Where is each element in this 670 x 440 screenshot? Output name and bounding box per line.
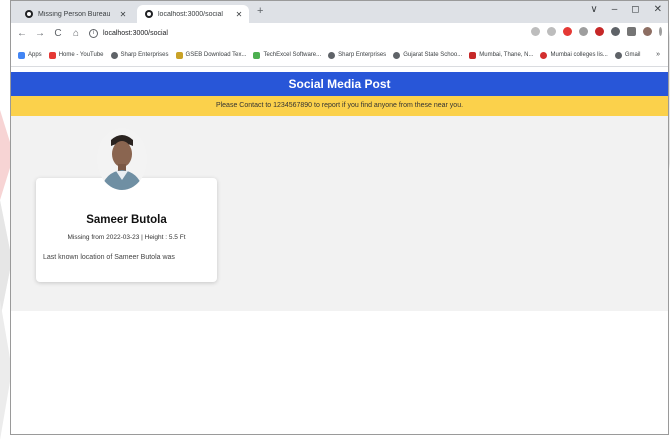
browser-window: Missing Person Bureau ✕ localhost:3000/s…	[10, 0, 669, 435]
tab-social[interactable]: localhost:3000/social ✕	[137, 5, 249, 23]
bookmark-label: Mumbai, Thane, N...	[479, 52, 534, 58]
side-panel-icon[interactable]	[627, 27, 636, 36]
red-square-icon	[469, 51, 477, 59]
site-info-icon[interactable]: i	[89, 29, 98, 38]
globe-icon	[110, 51, 118, 59]
extensions-area	[531, 27, 662, 36]
tab-strip: Missing Person Bureau ✕ localhost:3000/s…	[11, 1, 668, 23]
home-icon[interactable]: ⌂	[69, 28, 83, 39]
bookmark-sharp-enterprises[interactable]: Sharp Enterprises	[110, 51, 169, 59]
bookmark-gujarat-school[interactable]: Gujarat State Schoo...	[393, 51, 463, 59]
bookmark-label: Gmail	[624, 52, 641, 58]
tab-title: Missing Person Bureau	[38, 10, 111, 18]
screenshot-frame: Missing Person Bureau ✕ localhost:3000/s…	[0, 0, 670, 440]
forward-icon[interactable]: →	[33, 28, 47, 39]
person-missing-details: Missing from 2022-03-23 | Height : 5.5 F…	[67, 234, 186, 241]
bookmark-label: Sharp Enterprises	[120, 52, 169, 58]
close-window-icon[interactable]: ✕	[654, 4, 662, 15]
profile-avatar-icon[interactable]	[643, 27, 652, 36]
globe-icon	[393, 51, 401, 59]
bookmark-label: Home - YouTube	[58, 52, 104, 58]
person-portrait-icon	[97, 128, 147, 190]
address-bar[interactable]: i localhost:3000/social	[89, 29, 168, 38]
tab-search-icon[interactable]: ∨	[590, 4, 597, 15]
bookmark-label: Gujarat State Schoo...	[403, 52, 463, 58]
url-text: localhost:3000/social	[103, 30, 168, 37]
tab-missing-person-bureau[interactable]: Missing Person Bureau ✕	[17, 5, 133, 23]
window-controls: ∨ – ◻ ✕	[590, 4, 662, 15]
browser-toolbar: ← → C ⌂ i localhost:3000/social	[11, 23, 668, 44]
red-circle-icon	[540, 51, 548, 59]
contact-notice-banner: Please Contact to 1234567890 to report i…	[11, 96, 668, 116]
bookmark-label: TechExcel Software...	[263, 52, 322, 58]
site-favicon-icon	[25, 10, 33, 18]
bookmark-label: GSEB Download Tex...	[185, 52, 247, 58]
back-icon[interactable]: ←	[15, 28, 29, 39]
extension-icon[interactable]	[579, 27, 588, 36]
apps-grid-icon	[18, 51, 25, 59]
youtube-icon	[48, 51, 56, 59]
bookmark-youtube[interactable]: Home - YouTube	[48, 51, 104, 59]
bookmark-mumbai-colleges[interactable]: Mumbai colleges lis...	[540, 51, 608, 59]
bookmark-gseb[interactable]: GSEB Download Tex...	[175, 51, 247, 59]
site-favicon-icon	[145, 10, 153, 18]
bookmark-gmail[interactable]: Gmail	[614, 51, 641, 59]
share-icon[interactable]	[531, 27, 540, 36]
bookmark-mumbai-thane[interactable]: Mumbai, Thane, N...	[469, 51, 534, 59]
person-photo	[97, 128, 147, 190]
new-tab-button[interactable]: +	[257, 5, 263, 17]
maximize-icon[interactable]: ◻	[631, 4, 639, 15]
close-tab-icon[interactable]: ✕	[233, 10, 245, 19]
bookmark-techexcel[interactable]: TechExcel Software...	[253, 51, 322, 59]
bookmarks-overflow-button[interactable]: »	[656, 51, 660, 58]
book-icon	[175, 51, 183, 59]
reload-icon[interactable]: C	[51, 28, 65, 39]
person-name: Sameer Butola	[86, 214, 167, 226]
globe-icon	[328, 51, 336, 59]
bookmarks-bar: Apps Home - YouTube Sharp Enterprises GS…	[11, 44, 668, 67]
bookmark-label: Apps	[28, 52, 42, 58]
extension-icon[interactable]	[595, 27, 604, 36]
globe-icon	[614, 51, 622, 59]
page-title: Social Media Post	[11, 72, 668, 96]
tab-title: localhost:3000/social	[158, 10, 223, 18]
bookmark-sharp-enterprises-2[interactable]: Sharp Enterprises	[328, 51, 387, 59]
chart-icon	[253, 51, 261, 59]
bookmark-label: Mumbai colleges lis...	[550, 52, 608, 58]
bookmark-star-icon[interactable]	[547, 27, 556, 36]
close-tab-icon[interactable]: ✕	[117, 10, 129, 19]
extension-icon[interactable]	[563, 27, 572, 36]
person-description: Last known location of Sameer Butola was	[43, 254, 175, 261]
puzzle-extensions-icon[interactable]	[611, 27, 620, 36]
bookmark-label: Sharp Enterprises	[338, 52, 387, 58]
missing-person-card[interactable]: Sameer Butola Missing from 2022-03-23 | …	[36, 178, 217, 282]
bookmark-apps[interactable]: Apps	[18, 51, 42, 59]
menu-kebab-icon[interactable]	[659, 27, 662, 36]
minimize-icon[interactable]: –	[612, 4, 618, 15]
